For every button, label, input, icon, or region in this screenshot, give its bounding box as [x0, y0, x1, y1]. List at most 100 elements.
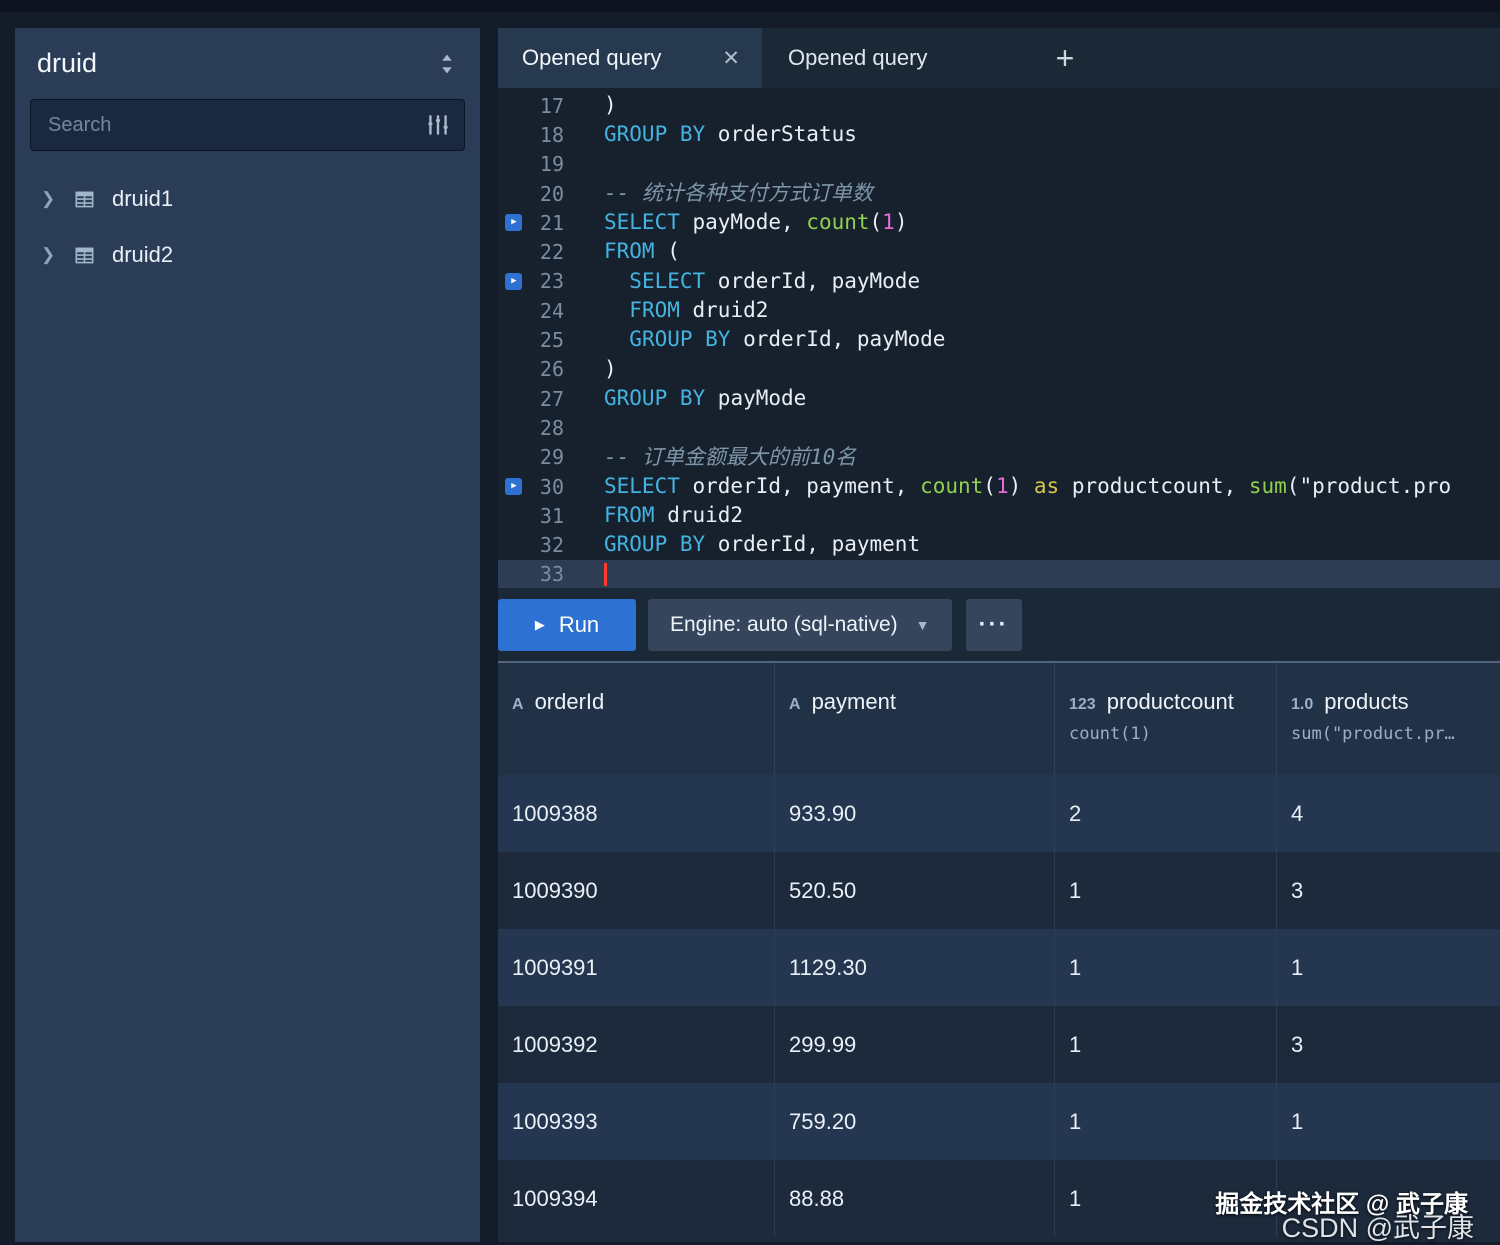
tab-opened-query-2[interactable]: Opened query: [762, 28, 1010, 88]
sidebar-item-druid1[interactable]: ❯ druid1: [15, 171, 480, 227]
top-bar: [0, 0, 1500, 12]
line-number: 25: [539, 328, 564, 353]
play-icon: ▶: [511, 217, 517, 228]
column-title: 1.0 products: [1291, 689, 1500, 715]
code-token: ): [894, 210, 908, 235]
table-cell: 1: [1055, 1083, 1277, 1160]
code-line[interactable]: 19: [498, 150, 1500, 179]
table-cell: 759.20: [775, 1083, 1055, 1160]
code-text: FROM druid2: [604, 296, 768, 325]
run-query-icon[interactable]: ▶: [505, 272, 522, 290]
double-caret-sort-icon[interactable]: [438, 53, 456, 75]
column-name: payment: [811, 689, 896, 714]
gutter: 26: [498, 357, 564, 381]
code-line[interactable]: 26): [498, 355, 1500, 384]
sidebar-header: druid: [15, 28, 480, 89]
filter-sliders-icon[interactable]: [425, 112, 451, 138]
table-cell: 1009393: [498, 1083, 775, 1160]
datasource-name: druid2: [112, 242, 174, 267]
table-cell: 3: [1291, 877, 1304, 903]
code-line[interactable]: 28: [498, 413, 1500, 442]
line-number: 22: [539, 240, 564, 265]
more-options-button[interactable]: ···: [965, 598, 1022, 651]
line-number: 32: [539, 533, 564, 558]
code-line[interactable]: ▶ 23 SELECT orderId, payMode: [498, 267, 1500, 296]
table-cell: 1: [1055, 852, 1277, 929]
code-token: orderId, payMode: [705, 268, 921, 293]
code-token: FROM: [604, 503, 655, 528]
table-cell: 3: [1291, 1031, 1304, 1057]
table-cell: 1009392: [498, 1006, 775, 1083]
gutter: 31: [498, 504, 564, 528]
tab-label: Opened query: [522, 45, 662, 70]
code-line[interactable]: 27 GROUP BY payMode: [498, 384, 1500, 413]
sidebar-item-druid2[interactable]: ❯ druid2: [15, 227, 480, 283]
table-cell: 1: [1055, 929, 1277, 1006]
column-expression: sum("product.pr…: [1291, 724, 1455, 744]
add-tab-button[interactable]: +: [1010, 28, 1120, 88]
column-expression: count(1): [1069, 724, 1151, 744]
table-cell: 1009391: [498, 929, 775, 1006]
code-line[interactable]: 33: [498, 559, 1500, 588]
gutter: 27: [498, 387, 564, 411]
code-text: ): [604, 91, 617, 120]
table-cell: 1129.30: [775, 929, 1055, 1006]
table-cell: 933.90: [775, 775, 1055, 852]
chevron-right-icon[interactable]: ❯: [41, 189, 57, 209]
column-header-payment[interactable]: Apayment: [775, 663, 1055, 775]
code-line[interactable]: 20 -- 统计各种支付方式订单数: [498, 179, 1500, 208]
code-token: (: [983, 473, 996, 498]
code-line[interactable]: 31 FROM druid2: [498, 501, 1500, 530]
code-text: GROUP BY orderStatus: [604, 120, 857, 149]
column-header-orderId[interactable]: AorderId: [498, 663, 775, 775]
engine-select-label: Engine: auto (sql-native): [670, 612, 898, 636]
run-query-icon[interactable]: ▶: [505, 214, 522, 232]
code-token: -- 订单金额最大的前10名: [604, 444, 857, 469]
column-name: productcount: [1106, 689, 1234, 714]
code-token: payMode,: [679, 210, 807, 235]
code-line[interactable]: 25 GROUP BY orderId, payMode: [498, 325, 1500, 354]
play-icon: ▶: [534, 616, 545, 632]
chevron-down-icon: ▼: [915, 616, 930, 633]
code-line[interactable]: ▶ 21 SELECT payMode, count(1): [498, 208, 1500, 237]
gutter: 17: [498, 94, 564, 118]
table-row: 1009390 520.50 1 3: [498, 852, 1500, 929]
column-header-products[interactable]: 1.0 products sum("product.pr…: [1277, 663, 1500, 775]
column-name: orderId: [534, 689, 605, 714]
tab-opened-query-1[interactable]: Opened query ✕: [498, 28, 762, 88]
run-query-icon[interactable]: ▶: [505, 478, 522, 495]
code-line[interactable]: 29 -- 订单金额最大的前10名: [498, 443, 1500, 472]
code-token: as: [1033, 473, 1060, 498]
run-button[interactable]: ▶ Run: [498, 598, 636, 651]
code-token: FROM: [604, 239, 655, 264]
gutter: 32: [498, 533, 564, 557]
code-text: GROUP BY payMode: [604, 384, 806, 413]
main-panel: Opened query ✕ Opened query + 17) 18 GROUP…: [498, 28, 1500, 1242]
code-line[interactable]: 22 FROM (: [498, 237, 1500, 266]
sql-editor[interactable]: 17) 18 GROUP BY orderStatus 19 20 -- 统计各种支付方式…: [498, 88, 1500, 588]
code-token: SELECT: [604, 473, 680, 498]
search-input[interactable]: [30, 99, 465, 151]
code-line[interactable]: ▶ 30 SELECT orderId, payment, count(1) as …: [498, 472, 1500, 501]
line-number: 18: [539, 122, 564, 147]
code-text: FROM (: [604, 237, 680, 266]
code-text: -- 订单金额最大的前10名: [604, 443, 856, 472]
code-line[interactable]: 18 GROUP BY orderStatus: [498, 120, 1500, 149]
code-line[interactable]: 24 FROM druid2: [498, 296, 1500, 325]
code-text: FROM druid2: [604, 501, 743, 530]
results-panel: AorderId Apayment 123 productcount count(1) 1…: [498, 663, 1500, 1242]
code-line[interactable]: 32 GROUP BY orderId, payment: [498, 530, 1500, 559]
gutter: 33: [498, 562, 564, 586]
table-cell: 1009388: [498, 775, 775, 852]
code-token: ): [1008, 473, 1034, 498]
results-header: AorderId Apayment 123 productcount count(1) 1…: [498, 663, 1500, 775]
code-line[interactable]: 17): [498, 91, 1500, 120]
line-number: 30: [539, 474, 564, 499]
code-token: ("product.pro: [1286, 473, 1452, 498]
engine-select[interactable]: Engine: auto (sql-native) ▼: [648, 598, 952, 651]
close-tab-icon[interactable]: ✕: [722, 46, 740, 71]
code-token: (: [654, 239, 680, 264]
table-cell: 299.99: [775, 1006, 1055, 1083]
chevron-right-icon[interactable]: ❯: [41, 245, 57, 265]
column-header-productcount[interactable]: 123 productcount count(1): [1055, 663, 1277, 775]
